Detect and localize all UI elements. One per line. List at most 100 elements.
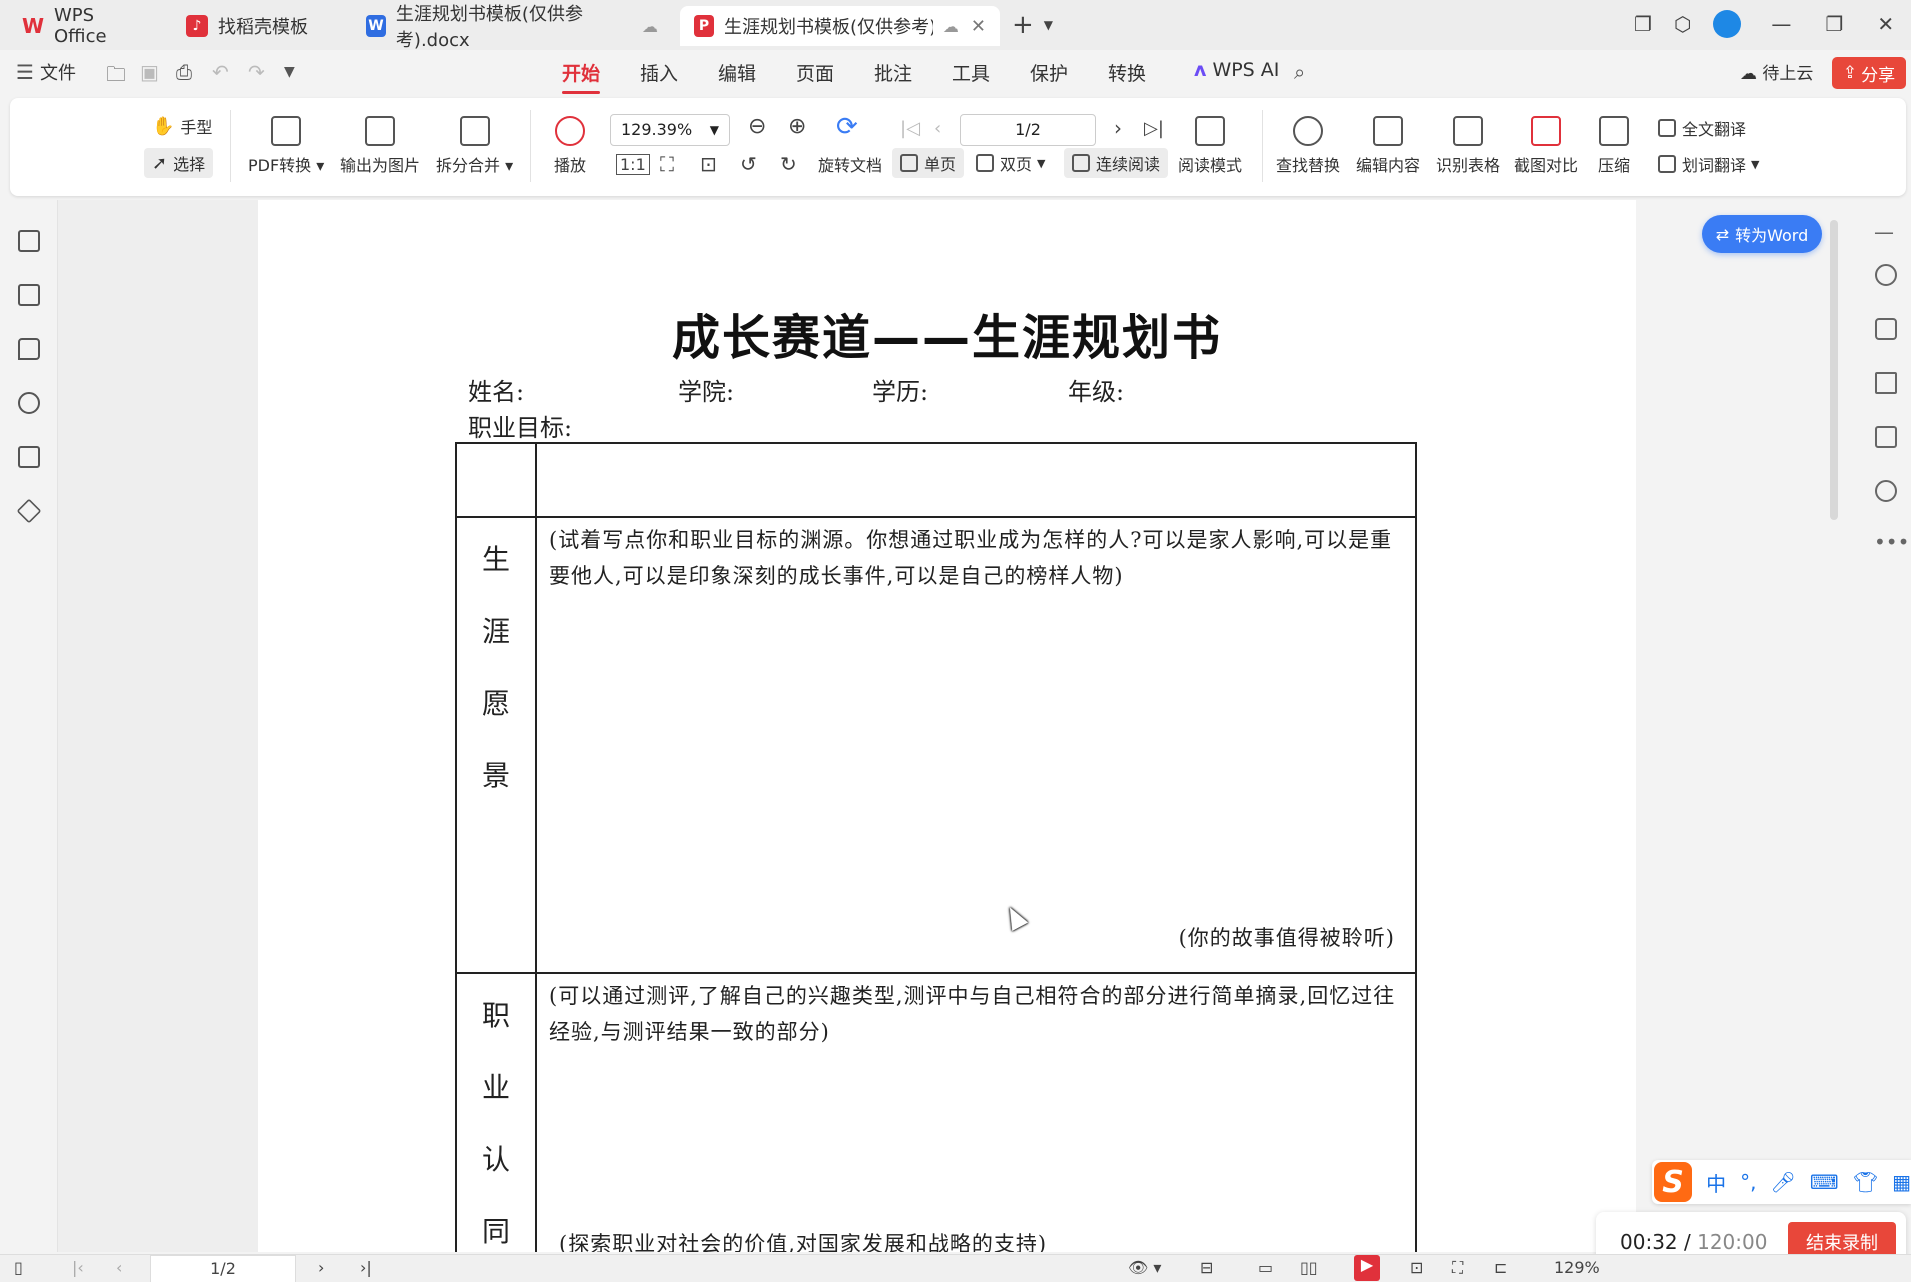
bookmark-icon[interactable] bbox=[18, 230, 40, 252]
fit-page-icon[interactable]: ⊡ bbox=[1410, 1258, 1423, 1277]
read-mode-button[interactable]: 阅读模式 bbox=[1178, 116, 1242, 176]
page-input[interactable]: 1/2 bbox=[960, 114, 1096, 146]
play-icon[interactable]: ▶ bbox=[1354, 1255, 1380, 1281]
tab-docx-file[interactable]: W 生涯规划书模板(仅供参考).docx ☁ bbox=[352, 4, 672, 51]
apps-grid-icon[interactable]: ▦ bbox=[1892, 1170, 1911, 1194]
tab-wps-office[interactable]: W WPS Office bbox=[8, 5, 164, 47]
status-page-input[interactable]: 1/2 bbox=[150, 1255, 296, 1282]
cloud-status-button[interactable]: ☁ 待上云 bbox=[1740, 59, 1813, 84]
new-tab-button[interactable]: + ▼ bbox=[1012, 10, 1053, 40]
comment-icon[interactable] bbox=[18, 338, 40, 360]
tab-edit[interactable]: 编辑 bbox=[718, 59, 756, 86]
help-icon[interactable] bbox=[1875, 480, 1897, 502]
actual-size-icon[interactable]: 1:1 bbox=[616, 154, 650, 175]
skin-icon[interactable]: 👕︎ bbox=[1853, 1170, 1878, 1194]
microphone-icon[interactable]: 🎤︎ bbox=[1770, 1170, 1795, 1194]
double-page-button[interactable]: 双页 ▼ bbox=[976, 151, 1045, 175]
convert-to-word-button[interactable]: ⇄ 转为Word bbox=[1702, 215, 1822, 253]
open-folder-icon[interactable]: 🗀 bbox=[106, 60, 126, 94]
fit-width-icon[interactable]: ⊡ bbox=[700, 152, 717, 176]
file-menu[interactable]: 文件 bbox=[40, 59, 76, 85]
play-button[interactable]: 播放 bbox=[554, 116, 586, 176]
sogou-logo-icon[interactable]: S bbox=[1654, 1162, 1693, 1202]
undo-icon[interactable]: ↶ bbox=[212, 60, 229, 84]
prev-page-icon[interactable]: ‹ bbox=[934, 118, 941, 139]
print-icon[interactable]: ⎙ bbox=[176, 60, 192, 84]
prev-page-icon[interactable]: ‹ bbox=[116, 1258, 122, 1277]
hamburger-icon[interactable]: ☰ bbox=[16, 60, 34, 84]
compress-button[interactable]: 压缩 bbox=[1598, 116, 1630, 176]
fit-page-icon[interactable]: ⛶ bbox=[660, 152, 674, 176]
tab-template-store[interactable]: ♪ 找稻壳模板 bbox=[172, 6, 342, 46]
screenshot-compare-button[interactable]: 截图对比 bbox=[1514, 116, 1578, 176]
continuous-read-button[interactable]: 连续阅读 bbox=[1064, 148, 1169, 178]
more-icon[interactable]: ••• bbox=[1874, 530, 1909, 554]
tab-tools[interactable]: 工具 bbox=[952, 59, 990, 86]
redo-icon[interactable]: ↷ bbox=[248, 60, 265, 84]
pdf-convert-button[interactable]: PDF转换 ▾ bbox=[248, 116, 324, 176]
section-content-identity[interactable]: (可以通过测评,了解自己的兴趣类型,测评中与自己相符合的部分进行简单摘录,回忆过… bbox=[535, 972, 1417, 1252]
attachment-icon[interactable] bbox=[18, 392, 40, 414]
sidebar-toggle-icon[interactable]: ▯ bbox=[14, 1258, 23, 1277]
chevron-down-icon[interactable]: ▼ bbox=[1044, 18, 1053, 32]
window-switch-icon[interactable]: ❐ bbox=[1634, 12, 1652, 36]
word-translate-button[interactable]: 划词翻译 ▼ bbox=[1658, 152, 1759, 176]
scrollbar[interactable] bbox=[1830, 220, 1838, 520]
settings-sliders-icon[interactable] bbox=[1875, 372, 1897, 394]
zoom-in-icon[interactable]: ⊕ bbox=[788, 114, 806, 139]
single-page-button[interactable]: 单页 bbox=[892, 148, 965, 178]
export-image-button[interactable]: 输出为图片 bbox=[340, 116, 420, 176]
full-translate-button[interactable]: 全文翻译 bbox=[1658, 116, 1746, 140]
split-merge-button[interactable]: 拆分合并 ▾ bbox=[436, 116, 513, 176]
share-button[interactable]: ⇪ 分享 bbox=[1832, 57, 1906, 89]
fullscreen-icon[interactable]: ⛶ bbox=[1452, 1258, 1463, 1278]
next-page-icon[interactable]: › bbox=[318, 1258, 324, 1277]
first-page-icon[interactable]: |◁ bbox=[900, 118, 920, 139]
tab-protect[interactable]: 保护 bbox=[1030, 59, 1068, 86]
continuous-view-icon[interactable]: ⊟ bbox=[1200, 1258, 1213, 1277]
find-replace-button[interactable]: 查找替换 bbox=[1276, 116, 1340, 176]
signature-icon[interactable] bbox=[18, 446, 40, 468]
next-page-icon[interactable]: › bbox=[1114, 116, 1122, 140]
minimize-icon[interactable]: — bbox=[1771, 12, 1791, 36]
zoom-select[interactable]: 129.39% ▼ bbox=[610, 114, 730, 146]
last-page-icon[interactable]: ▷| bbox=[1144, 118, 1164, 139]
select-tool-button[interactable]: ➚ 选择 bbox=[144, 148, 214, 178]
last-page-icon[interactable]: ›| bbox=[360, 1258, 372, 1277]
rotate-left-icon[interactable]: ↺ bbox=[740, 152, 757, 176]
keyboard-icon[interactable]: ⌨ bbox=[1810, 1170, 1839, 1194]
edit-content-button[interactable]: 编辑内容 bbox=[1356, 116, 1420, 176]
wps-ai-button[interactable]: ʌ WPS AI bbox=[1194, 59, 1279, 81]
tab-comment[interactable]: 批注 bbox=[874, 59, 912, 86]
zoom-out-icon[interactable]: ⊖ bbox=[748, 114, 766, 139]
scan-icon[interactable] bbox=[1875, 426, 1897, 448]
search-icon[interactable] bbox=[1875, 264, 1897, 286]
first-page-icon[interactable]: |‹ bbox=[72, 1258, 84, 1277]
eye-icon[interactable]: 👁︎ ▾ bbox=[1128, 1258, 1161, 1277]
double-view-icon[interactable]: ▯▯ bbox=[1300, 1258, 1318, 1277]
chevron-down-icon[interactable]: ▼ bbox=[284, 64, 295, 80]
avatar[interactable] bbox=[1713, 10, 1742, 38]
rotate-right-icon[interactable]: ↻ bbox=[780, 152, 797, 176]
search-icon[interactable]: ⌕ bbox=[1294, 60, 1305, 84]
recognize-table-button[interactable]: 识别表格 bbox=[1436, 116, 1500, 176]
zoom-level[interactable]: 129% bbox=[1554, 1258, 1600, 1277]
close-window-icon[interactable]: ✕ bbox=[1877, 12, 1894, 36]
restore-icon[interactable]: ❐ bbox=[1825, 12, 1843, 36]
tab-pdf-file[interactable]: P 生涯规划书模板(仅供参考).p ☁ ✕ bbox=[680, 6, 1000, 46]
fit-width-icon[interactable]: ⊏ bbox=[1494, 1258, 1507, 1277]
save-icon[interactable]: ▣ bbox=[140, 60, 159, 84]
tab-page[interactable]: 页面 bbox=[796, 59, 834, 86]
layers-icon[interactable] bbox=[16, 498, 42, 524]
tab-insert[interactable]: 插入 bbox=[640, 59, 678, 86]
document-viewport[interactable]: 成长赛道——生涯规划书 姓名: 学院: 学历: 年级: 职业目标: 生 涯 愿 … bbox=[58, 200, 1636, 1252]
collapse-icon[interactable]: — bbox=[1874, 220, 1894, 244]
tab-convert[interactable]: 转换 bbox=[1108, 59, 1146, 86]
ime-punct-toggle[interactable]: °, bbox=[1740, 1170, 1756, 1194]
section-content-vision[interactable]: (试着写点你和职业目标的渊源。你想通过职业成为怎样的人?可以是家人影响,可以是重… bbox=[535, 516, 1417, 974]
thumbnail-icon[interactable] bbox=[18, 284, 40, 306]
tab-start[interactable]: 开始 bbox=[562, 59, 601, 94]
hand-tool-button[interactable]: ✋ 手型 bbox=[152, 114, 212, 138]
ime-mode-toggle[interactable]: 中 bbox=[1706, 1168, 1726, 1197]
translate-icon[interactable] bbox=[1875, 318, 1897, 340]
